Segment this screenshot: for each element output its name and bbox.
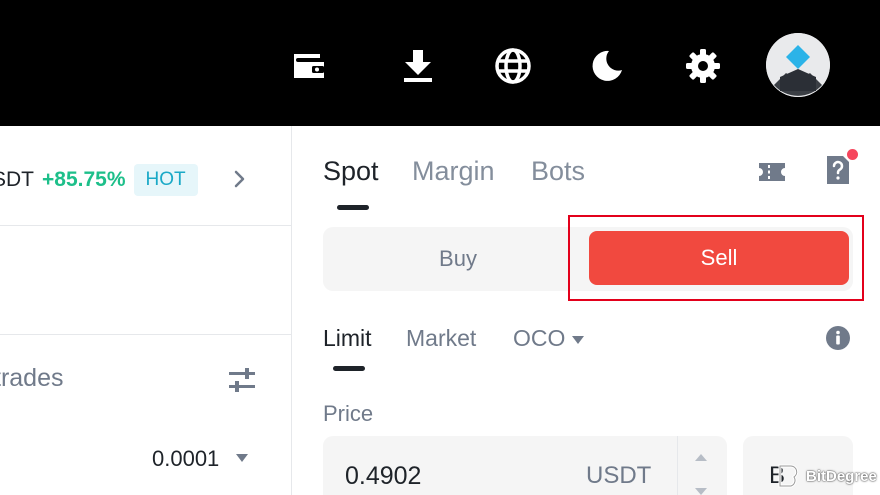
tab-margin[interactable]: Margin xyxy=(412,156,495,187)
caret-down-icon[interactable] xyxy=(571,333,585,345)
globe-icon[interactable] xyxy=(485,38,541,94)
exchange-trade-screen: SDT +85.75% HOT trades 0.0001 Spot Margi… xyxy=(0,0,880,495)
price-unit: USDT xyxy=(586,462,652,489)
hot-badge: HOT xyxy=(133,164,198,196)
price-label: Price xyxy=(323,401,374,426)
notification-dot xyxy=(847,149,858,160)
pane-divider xyxy=(291,126,292,495)
ticket-icon[interactable] xyxy=(757,159,787,185)
increment-icon[interactable] xyxy=(692,450,710,464)
ticker-change: +85.75% xyxy=(42,168,126,191)
active-order-type-indicator xyxy=(333,366,365,371)
order-type-limit[interactable]: Limit xyxy=(323,325,372,352)
stepper-divider xyxy=(677,436,678,495)
top-nav-bar xyxy=(0,0,880,126)
chevron-right-icon[interactable] xyxy=(231,168,249,190)
decrement-icon[interactable] xyxy=(692,484,710,495)
tick-size-value[interactable]: 0.0001 xyxy=(152,446,219,472)
divider xyxy=(0,334,291,335)
order-type-oco[interactable]: OCO xyxy=(513,325,565,352)
watermark-text: BitDegree xyxy=(806,467,877,485)
user-avatar[interactable] xyxy=(766,33,830,97)
info-icon[interactable] xyxy=(825,325,851,351)
highlight-annotation xyxy=(568,215,864,301)
ticker-row[interactable]: SDT +85.75% HOT xyxy=(0,163,198,197)
ticker-pair: SDT xyxy=(0,168,34,191)
filter-settings-icon[interactable] xyxy=(227,366,257,394)
active-tab-indicator xyxy=(337,205,369,210)
price-input[interactable] xyxy=(345,459,545,493)
gear-icon[interactable] xyxy=(675,38,731,94)
wallet-icon[interactable] xyxy=(281,38,337,94)
order-type-market[interactable]: Market xyxy=(406,325,476,352)
bitdegree-watermark: BitDegree xyxy=(776,462,877,490)
moon-icon[interactable] xyxy=(579,38,635,94)
bitdegree-logo-icon xyxy=(778,464,799,488)
caret-down-icon[interactable] xyxy=(235,451,249,463)
tab-spot[interactable]: Spot xyxy=(323,156,379,187)
buy-button[interactable]: Buy xyxy=(323,227,593,291)
tab-bots[interactable]: Bots xyxy=(531,156,585,187)
download-icon[interactable] xyxy=(390,38,446,94)
divider xyxy=(0,225,291,226)
trades-heading: trades xyxy=(0,364,64,392)
